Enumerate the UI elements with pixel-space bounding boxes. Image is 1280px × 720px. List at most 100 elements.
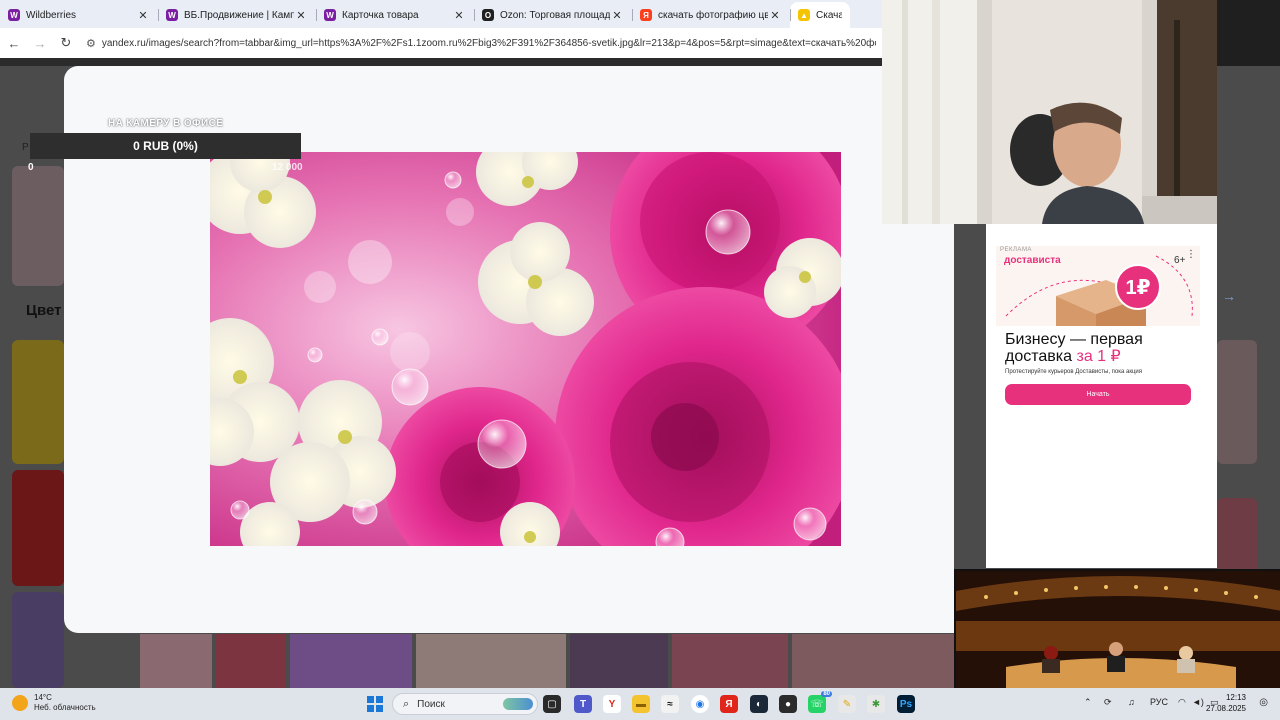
browser-tab[interactable]: W ВБ.Продвижение | Кампании✕ (158, 2, 316, 28)
webcam-feed (882, 0, 1217, 224)
bg-thumbnail[interactable] (12, 166, 64, 286)
tab-close-icon[interactable]: ✕ (136, 9, 150, 22)
notifications-bell-icon[interactable]: ◎ (1259, 697, 1268, 708)
chrome-icon[interactable]: ◉ (691, 695, 709, 713)
clock-date: 27.08.2025 (1205, 704, 1246, 713)
tab-close-icon[interactable]: ✕ (294, 9, 308, 22)
bg-thumbnail[interactable] (570, 634, 668, 688)
weather-temp: 14°C (34, 693, 52, 702)
stream-overlay-title: НА КАМЕРУ В ОФИСЕ (108, 118, 224, 129)
browser-tab[interactable]: Яскачать фотографию цветов -✕ (632, 2, 790, 28)
browser-tab[interactable]: ▲ Скачать фо (790, 2, 850, 28)
tab-close-icon[interactable]: ✕ (452, 9, 466, 22)
yandex-images-icon: ▲ (798, 9, 810, 21)
browser-tab-title: скачать фотографию цветов - (658, 9, 768, 21)
bg-thumbnail[interactable] (12, 470, 64, 586)
studio-stage-video (956, 571, 1280, 688)
browser-tab-title: Скачать фо (816, 9, 842, 21)
bg-heading: Цвет (26, 302, 62, 319)
ad-subtext: Протестируйте курьеров Достависты, пока … (1005, 369, 1142, 375)
tray-sync-icon[interactable]: ⟳ (1104, 697, 1112, 708)
tab-close-icon[interactable]: ✕ (768, 9, 782, 22)
flower-image-preview[interactable] (210, 152, 841, 546)
taskbar-search-label: Поиск (417, 698, 445, 710)
ad-price-badge: 1₽ (1115, 264, 1161, 310)
obs-icon[interactable]: ● (779, 695, 797, 713)
search-highlight-icon (503, 698, 533, 710)
ad-headline-accent: за 1 ₽ (1076, 348, 1121, 365)
webcam-overlay (882, 0, 1217, 224)
bg-thumbnail[interactable] (12, 592, 64, 688)
weather-text: 14°C Неб. облачность (34, 693, 96, 713)
reload-icon[interactable]: ↻ (54, 35, 78, 51)
ad-start-button[interactable]: Начать (1005, 384, 1191, 405)
ad-age-rating: 6+ (1174, 255, 1186, 266)
bg-letter: Р (22, 142, 29, 153)
bg-thumbnail[interactable] (140, 634, 212, 688)
whatsapp-icon[interactable]: ☏ 80 (808, 691, 832, 713)
video-player-overlay[interactable] (954, 569, 1280, 688)
url-field[interactable]: ⚙ yandex.ru/images/search?from=tabbar&im… (86, 37, 876, 50)
wildberries-icon: W (324, 9, 336, 21)
bg-thumbnail[interactable] (290, 634, 412, 688)
weather-sun-icon (12, 695, 28, 711)
browser-tab[interactable]: O Ozon: Торговая площадка ✕ (474, 2, 632, 28)
yandex-icon[interactable]: Я (720, 695, 738, 713)
bg-thumbnail[interactable] (216, 634, 286, 688)
weather-widget[interactable]: 14°C Неб. облачность (12, 693, 96, 713)
clock-time: 12:13 (1225, 693, 1246, 702)
app-wave-icon[interactable]: ≈ (661, 695, 679, 713)
ad-headline: Бизнесу — первая доставка за 1 ₽ (1005, 331, 1195, 365)
windows-taskbar: 14°C Неб. облачность ⌕ Поиск ▢ T Y ▬ ≈ ◉… (0, 688, 1280, 720)
browser-tab-title: Wildberries (26, 9, 77, 21)
teams-icon[interactable]: T (574, 695, 592, 713)
donation-goal-bar: 0 RUB (0%) (30, 133, 301, 159)
donation-start-value: 0 (28, 162, 34, 173)
browser-tab[interactable]: W Wildberries ✕ (0, 2, 158, 28)
tool-app-icon[interactable]: ✱ (867, 695, 885, 713)
bg-thumbnail[interactable] (12, 340, 64, 464)
ad-headline-main: Бизнесу — первая доставка (1005, 331, 1143, 365)
yandex-browser-icon[interactable]: Y (603, 695, 621, 713)
ozon-icon: O (482, 9, 494, 21)
bg-thumbnail[interactable] (792, 634, 954, 688)
weather-description: Неб. облачность (34, 703, 96, 712)
taskbar-search-box[interactable]: ⌕ Поиск (392, 693, 538, 715)
bg-thumbnail[interactable] (416, 634, 566, 688)
system-clock[interactable]: 12:13 27.08.2025 (1206, 692, 1246, 714)
url-text: yandex.ru/images/search?from=tabbar&img_… (101, 37, 876, 49)
volume-icon[interactable]: ◄) (1192, 697, 1204, 707)
ad-brand-logo: достависта (1004, 255, 1061, 266)
file-explorer-icon[interactable]: ▬ (632, 695, 650, 713)
forward-arrow-icon[interactable]: → (28, 36, 52, 51)
wildberries-icon: W (166, 9, 178, 21)
tray-chevron-up-icon[interactable]: ⌃ (1084, 697, 1092, 708)
browser-tab-title: ВБ.Продвижение | Кампании (184, 9, 294, 21)
search-icon: ⌕ (403, 697, 410, 710)
donation-goal-value: 12 000 (272, 162, 303, 173)
language-indicator[interactable]: РУС (1150, 697, 1168, 707)
address-bar-row: ← → ↻ ⚙ yandex.ru/images/search?from=tab… (0, 28, 882, 58)
browser-tab-title: Карточка товара (342, 9, 419, 21)
photoshop-icon[interactable]: Ps (897, 695, 915, 713)
site-settings-icon[interactable]: ⚙ (86, 37, 96, 50)
yandex-icon: Я (640, 9, 652, 21)
ad-menu-icon[interactable]: ⋮ (1186, 249, 1196, 260)
wifi-icon[interactable]: ◠ (1178, 697, 1186, 708)
browser-tab-title: Ozon: Торговая площадка (500, 9, 610, 21)
steam-icon[interactable]: ◐ (750, 695, 768, 713)
next-arrow-icon[interactable]: → (1222, 288, 1236, 304)
whatsapp-unread-badge: 80 (821, 691, 832, 697)
bg-thumbnail[interactable] (1217, 340, 1257, 464)
wildberries-icon: W (8, 9, 20, 21)
task-view-icon[interactable]: ▢ (543, 695, 561, 713)
bg-thumbnail[interactable] (672, 634, 788, 688)
windows-start-icon[interactable] (367, 696, 383, 712)
tab-close-icon[interactable]: ✕ (610, 9, 624, 22)
back-arrow-icon[interactable]: ← (2, 36, 26, 51)
tray-microphone-icon[interactable]: ♫ (1128, 697, 1135, 707)
browser-tab-bar: WWildberries✕WВБ.Продвижение | Кампании✕… (0, 0, 882, 28)
pencil-app-icon[interactable]: ✎ (838, 695, 856, 713)
browser-tab[interactable]: W Карточка товара ✕ (316, 2, 474, 28)
roses-and-blossoms-image (210, 152, 841, 546)
